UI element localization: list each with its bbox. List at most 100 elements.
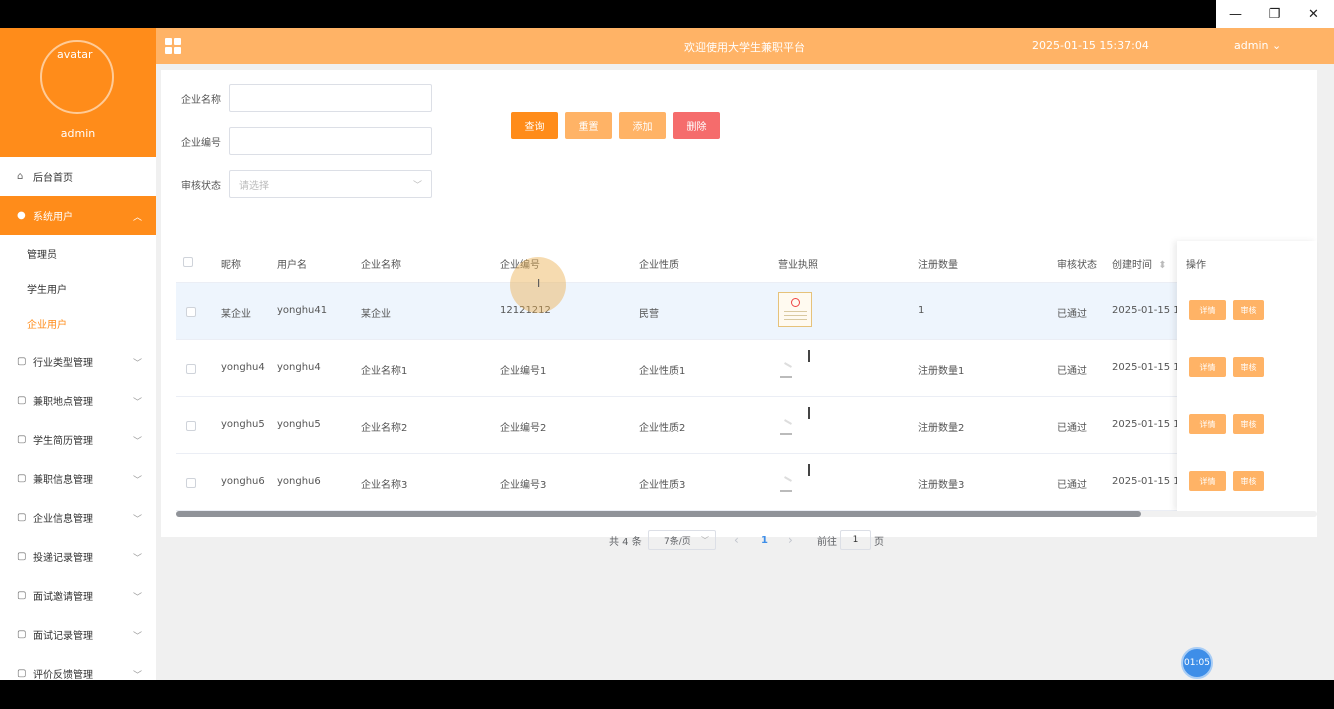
header-datetime: 2025-01-15 15:37:04 — [1032, 39, 1149, 52]
row-checkbox[interactable] — [186, 478, 196, 488]
cell-created-time: 2025-01-15 14: — [1112, 362, 1177, 373]
sidebar-item-job-locations[interactable]: ▢ 兼职地点管理 ﹀ — [0, 381, 156, 420]
sidebar-item-system-users[interactable]: ● 系统用户 ︿ — [0, 196, 156, 235]
column-reg-count: 注册数量 — [918, 260, 958, 271]
chevron-down-icon: ﹀ — [412, 181, 422, 191]
file-icon: ▢ — [17, 394, 27, 406]
company-code-label: 企业编号 — [181, 137, 221, 149]
cell-username: yonghu41 — [277, 305, 328, 316]
click-highlight: I — [510, 257, 566, 313]
page-number-current[interactable]: 1 — [761, 530, 768, 550]
text-cursor-icon: I — [537, 277, 541, 290]
sidebar-subitem-student-users[interactable]: 学生用户 — [0, 271, 156, 306]
cell-company-name: 某企业 — [361, 309, 391, 320]
horizontal-scrollbar[interactable] — [176, 511, 1317, 517]
detail-button[interactable]: 详情 — [1189, 414, 1226, 434]
user-menu[interactable]: admin ⌄ — [1234, 39, 1281, 52]
minimize-button[interactable]: — — [1216, 0, 1255, 28]
chevron-down-icon: ﹀ — [132, 476, 142, 486]
column-company-name: 企业名称 — [361, 260, 401, 271]
row-checkbox[interactable] — [186, 307, 196, 317]
column-username: 用户名 — [277, 260, 307, 271]
cell-username: yonghu5 — [277, 419, 321, 430]
company-name-input[interactable] — [229, 84, 432, 112]
delete-button[interactable]: 删除 — [673, 112, 720, 139]
audit-button[interactable]: 审核 — [1233, 471, 1264, 491]
detail-button[interactable]: 详情 — [1189, 471, 1226, 491]
column-nickname: 昵称 — [221, 260, 241, 271]
cell-created-time: 2025-01-15 14: — [1112, 419, 1177, 430]
select-all-checkbox[interactable] — [183, 257, 193, 267]
menu-toggle-icon[interactable] — [165, 38, 181, 54]
column-audit-status: 审核状态 — [1057, 260, 1097, 271]
cell-company-code: 企业编号2 — [500, 423, 547, 434]
add-button[interactable]: 添加 — [619, 112, 666, 139]
filter-company-code: 企业编号 — [161, 127, 432, 155]
screen-bottom-bar — [0, 680, 1334, 709]
sidebar-item-job-info[interactable]: ▢ 兼职信息管理 ﹀ — [0, 459, 156, 498]
sidebar-item-delivery-records[interactable]: ▢ 投递记录管理 ﹀ — [0, 537, 156, 576]
table-row[interactable]: yonghu5 yonghu5 企业名称2 企业编号2 企业性质2 注册数量2 … — [176, 397, 1317, 454]
cell-company-code: 企业编号1 — [500, 366, 547, 377]
license-thumbnail[interactable] — [778, 292, 812, 327]
sidebar-item-label: 评价反馈管理 — [33, 670, 93, 680]
timer-badge[interactable]: 01:05 — [1181, 647, 1213, 679]
cell-nickname: yonghu5 — [221, 419, 265, 430]
cell-audit-status: 已通过 — [1057, 423, 1087, 434]
goto-page-input[interactable]: 1 — [840, 530, 871, 550]
close-button[interactable]: ✕ — [1294, 0, 1333, 28]
restore-button[interactable]: ❐ — [1255, 0, 1294, 28]
reset-button[interactable]: 重置 — [565, 112, 612, 139]
home-icon: ⌂ — [17, 170, 24, 182]
scrollbar-thumb[interactable] — [176, 511, 1141, 517]
loading-spinner-icon — [780, 407, 810, 437]
operations-column: 操作 详情 审核 详情 审核 详情 审核 详情 审核 — [1177, 241, 1317, 511]
sidebar-item-label: 面试邀请管理 — [33, 592, 93, 603]
sort-icon[interactable]: ⬍ — [1158, 260, 1166, 271]
row-checkbox[interactable] — [186, 421, 196, 431]
loading-spinner-icon — [780, 350, 810, 380]
file-icon: ▢ — [17, 589, 27, 601]
detail-button[interactable]: 详情 — [1189, 357, 1226, 377]
audit-status-select[interactable]: 请选择 ﹀ — [229, 170, 432, 198]
query-button[interactable]: 查询 — [511, 112, 558, 139]
cell-company-name: 企业名称1 — [361, 366, 408, 377]
seal-icon — [791, 298, 800, 307]
company-name-label: 企业名称 — [181, 94, 221, 106]
page-size-select[interactable]: 7条/页 ﹀ — [648, 530, 716, 550]
chevron-up-icon: ︿ — [132, 213, 142, 223]
cell-created-time: 2025-01-15 15: — [1112, 305, 1177, 316]
cell-username: yonghu6 — [277, 476, 321, 487]
sidebar-item-home[interactable]: ⌂ 后台首页 — [0, 157, 156, 196]
sidebar-item-student-resumes[interactable]: ▢ 学生简历管理 ﹀ — [0, 420, 156, 459]
sidebar-item-industry-types[interactable]: ▢ 行业类型管理 ﹀ — [0, 342, 156, 381]
sidebar-subitem-admin[interactable]: 管理员 — [0, 236, 156, 271]
sidebar-subitem-company-users[interactable]: 企业用户 — [0, 306, 156, 341]
table-row[interactable]: yonghu6 yonghu6 企业名称3 企业编号3 企业性质3 注册数量3 … — [176, 454, 1317, 511]
sidebar-item-interview-invites[interactable]: ▢ 面试邀请管理 ﹀ — [0, 576, 156, 615]
column-created-time[interactable]: 创建时间 ⬍ — [1112, 256, 1167, 271]
sidebar-item-interview-records[interactable]: ▢ 面试记录管理 ﹀ — [0, 615, 156, 654]
sidebar: avatar admin ⌂ 后台首页 ● 系统用户 ︿ 管理员 学生用户 企业… — [0, 28, 156, 680]
page-size-value: 7条/页 — [664, 536, 691, 547]
file-icon: ▢ — [17, 472, 27, 484]
audit-button[interactable]: 审核 — [1233, 414, 1264, 434]
prev-page-button[interactable]: ‹ — [734, 530, 739, 550]
row-checkbox[interactable] — [186, 364, 196, 374]
profile-username: admin — [60, 127, 96, 140]
pagination: 共 4 条 7条/页 ﹀ ‹ 1 › 前往 1 页 — [161, 530, 1317, 550]
cell-company-code: 企业编号3 — [500, 480, 547, 491]
sidebar-item-company-info[interactable]: ▢ 企业信息管理 ﹀ — [0, 498, 156, 537]
chevron-down-icon: ﹀ — [132, 554, 142, 564]
table-row[interactable]: yonghu4 yonghu4 企业名称1 企业编号1 企业性质1 注册数量1 … — [176, 340, 1317, 397]
chevron-down-icon: ﹀ — [132, 671, 142, 680]
table-row[interactable]: 某企业 yonghu41 某企业 12121212 民营 1 已通过 2025-… — [176, 283, 1317, 340]
detail-button[interactable]: 详情 — [1189, 300, 1226, 320]
sidebar-item-feedback[interactable]: ▢ 评价反馈管理 ﹀ — [0, 654, 156, 680]
next-page-button[interactable]: › — [788, 530, 793, 550]
audit-button[interactable]: 审核 — [1233, 300, 1264, 320]
audit-button[interactable]: 审核 — [1233, 357, 1264, 377]
company-code-input[interactable] — [229, 127, 432, 155]
chevron-down-icon: ﹀ — [132, 515, 142, 525]
audit-status-placeholder: 请选择 — [239, 180, 269, 192]
